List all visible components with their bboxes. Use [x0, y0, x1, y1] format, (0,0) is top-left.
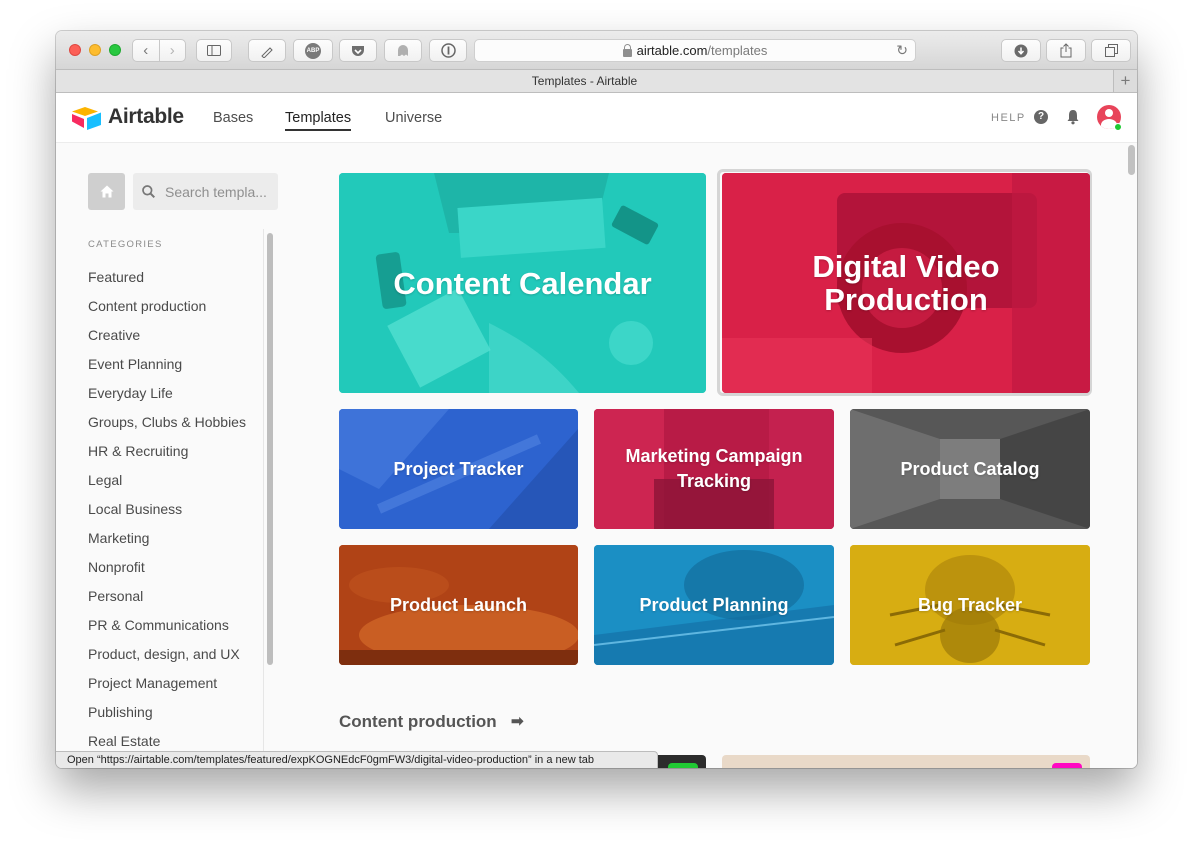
browser-toolbar: ‹ › ABP airtable.com/templates ↻ [56, 31, 1137, 69]
template-title: Product Catalog [900, 458, 1040, 479]
search-input[interactable] [165, 183, 275, 200]
nav-universe[interactable]: Universe [385, 110, 442, 126]
close-window-button[interactable] [69, 44, 81, 56]
search-icon [142, 185, 155, 198]
sidebar-scroll-thumb[interactable] [267, 233, 273, 665]
bell-icon[interactable] [1066, 109, 1080, 125]
templates-main: Content Calendar Digital Video Production… [278, 143, 1126, 768]
template-card-bug-tracker[interactable]: Bug Tracker [850, 545, 1090, 665]
color-tag [668, 763, 698, 768]
category-nonprofit[interactable]: Nonprofit [88, 559, 266, 588]
category-event-planning[interactable]: Event Planning [88, 356, 266, 385]
category-list: Featured Content production Creative Eve… [88, 269, 266, 759]
link-status-bar: Open “https://airtable.com/templates/fea… [56, 751, 658, 768]
category-legal[interactable]: Legal [88, 472, 266, 501]
categories-heading: CATEGORIES [88, 239, 163, 250]
pocket-icon[interactable] [339, 39, 377, 62]
category-personal[interactable]: Personal [88, 588, 266, 617]
help-icon[interactable]: ? [1034, 110, 1048, 124]
tab-bar: Templates - Airtable + [56, 69, 1137, 93]
adblock-plus-icon[interactable]: ABP [293, 39, 333, 62]
category-project-management[interactable]: Project Management [88, 675, 266, 704]
onepassword-icon[interactable] [429, 39, 467, 62]
color-tag [1052, 763, 1082, 768]
categories-sidebar: CATEGORIES Featured Content production C… [56, 143, 278, 768]
template-card-product-catalog[interactable]: Product Catalog [850, 409, 1090, 529]
template-card-peek[interactable] [722, 755, 1090, 768]
template-card-content-calendar[interactable]: Content Calendar [339, 173, 706, 393]
category-local-business[interactable]: Local Business [88, 501, 266, 530]
template-card-marketing-campaign-tracking[interactable]: Marketing Campaign Tracking [594, 409, 834, 529]
nav-templates[interactable]: Templates [285, 110, 352, 131]
back-icon[interactable]: ‹ [133, 40, 159, 61]
url-domain: airtable.com [636, 43, 708, 58]
home-icon [100, 185, 113, 198]
template-card-project-tracker[interactable]: Project Tracker [339, 409, 578, 529]
nav-bases[interactable]: Bases [213, 110, 253, 126]
template-title: Bug Tracker [917, 594, 1023, 615]
category-featured[interactable]: Featured [88, 269, 266, 298]
category-publishing[interactable]: Publishing [88, 704, 266, 733]
online-status-dot [1114, 123, 1122, 131]
section-heading-content-production[interactable]: Content production [339, 712, 497, 732]
history-nav: ‹ › [132, 39, 186, 62]
sidebar-scrollbar[interactable] [263, 229, 273, 768]
airtable-logo-icon[interactable] [72, 106, 102, 130]
arrow-right-icon[interactable]: ➡ [511, 712, 524, 730]
reload-icon[interactable]: ↻ [896, 42, 908, 59]
help-link[interactable]: HELP [991, 112, 1026, 124]
category-creative[interactable]: Creative [88, 327, 266, 356]
template-card-product-planning[interactable]: Product Planning [594, 545, 834, 665]
new-tab-button[interactable]: + [1113, 70, 1137, 92]
template-search[interactable] [133, 173, 278, 210]
tabs-icon[interactable] [1091, 39, 1131, 62]
main-scrollbar[interactable] [1126, 143, 1137, 768]
category-product-design-ux[interactable]: Product, design, and UX [88, 646, 266, 675]
category-everyday-life[interactable]: Everyday Life [88, 385, 266, 414]
category-groups-clubs-hobbies[interactable]: Groups, Clubs & Hobbies [88, 414, 266, 443]
home-button[interactable] [88, 173, 125, 210]
address-bar[interactable]: airtable.com/templates ↻ [474, 39, 916, 62]
minimize-window-button[interactable] [89, 44, 101, 56]
template-title: Digital Video Production [812, 249, 1000, 317]
category-pr-communications[interactable]: PR & Communications [88, 617, 266, 646]
template-card-digital-video-production[interactable]: Digital Video Production [722, 173, 1090, 393]
app-header: Airtable Bases Templates Universe HELP ? [56, 93, 1137, 143]
forward-icon[interactable]: › [158, 40, 186, 61]
main-scroll-thumb[interactable] [1128, 145, 1135, 175]
logo-text[interactable]: Airtable [108, 105, 184, 129]
lock-icon [622, 43, 632, 57]
template-title: Product Launch [389, 594, 527, 615]
template-title: Marketing Campaign Tracking [625, 446, 803, 491]
template-title: Project Tracker [393, 458, 524, 479]
abp-badge: ABP [305, 42, 321, 59]
url-path: /templates [707, 43, 768, 58]
ghostery-icon[interactable] [384, 39, 422, 62]
browser-window: ‹ › ABP airtable.com/templates ↻ Templat… [56, 31, 1137, 768]
category-hr-recruiting[interactable]: HR & Recruiting [88, 443, 266, 472]
download-icon[interactable] [1001, 39, 1041, 62]
template-title: Product Planning [639, 594, 789, 615]
tab-templates[interactable]: Templates - Airtable [56, 70, 1113, 92]
css-extension-icon[interactable] [248, 39, 286, 62]
zoom-window-button[interactable] [109, 44, 121, 56]
share-icon[interactable] [1046, 39, 1086, 62]
category-marketing[interactable]: Marketing [88, 530, 266, 559]
sidebar-icon[interactable] [196, 39, 232, 62]
template-card-product-launch[interactable]: Product Launch [339, 545, 578, 665]
category-content-production[interactable]: Content production [88, 298, 266, 327]
template-title: Content Calendar [393, 265, 652, 301]
